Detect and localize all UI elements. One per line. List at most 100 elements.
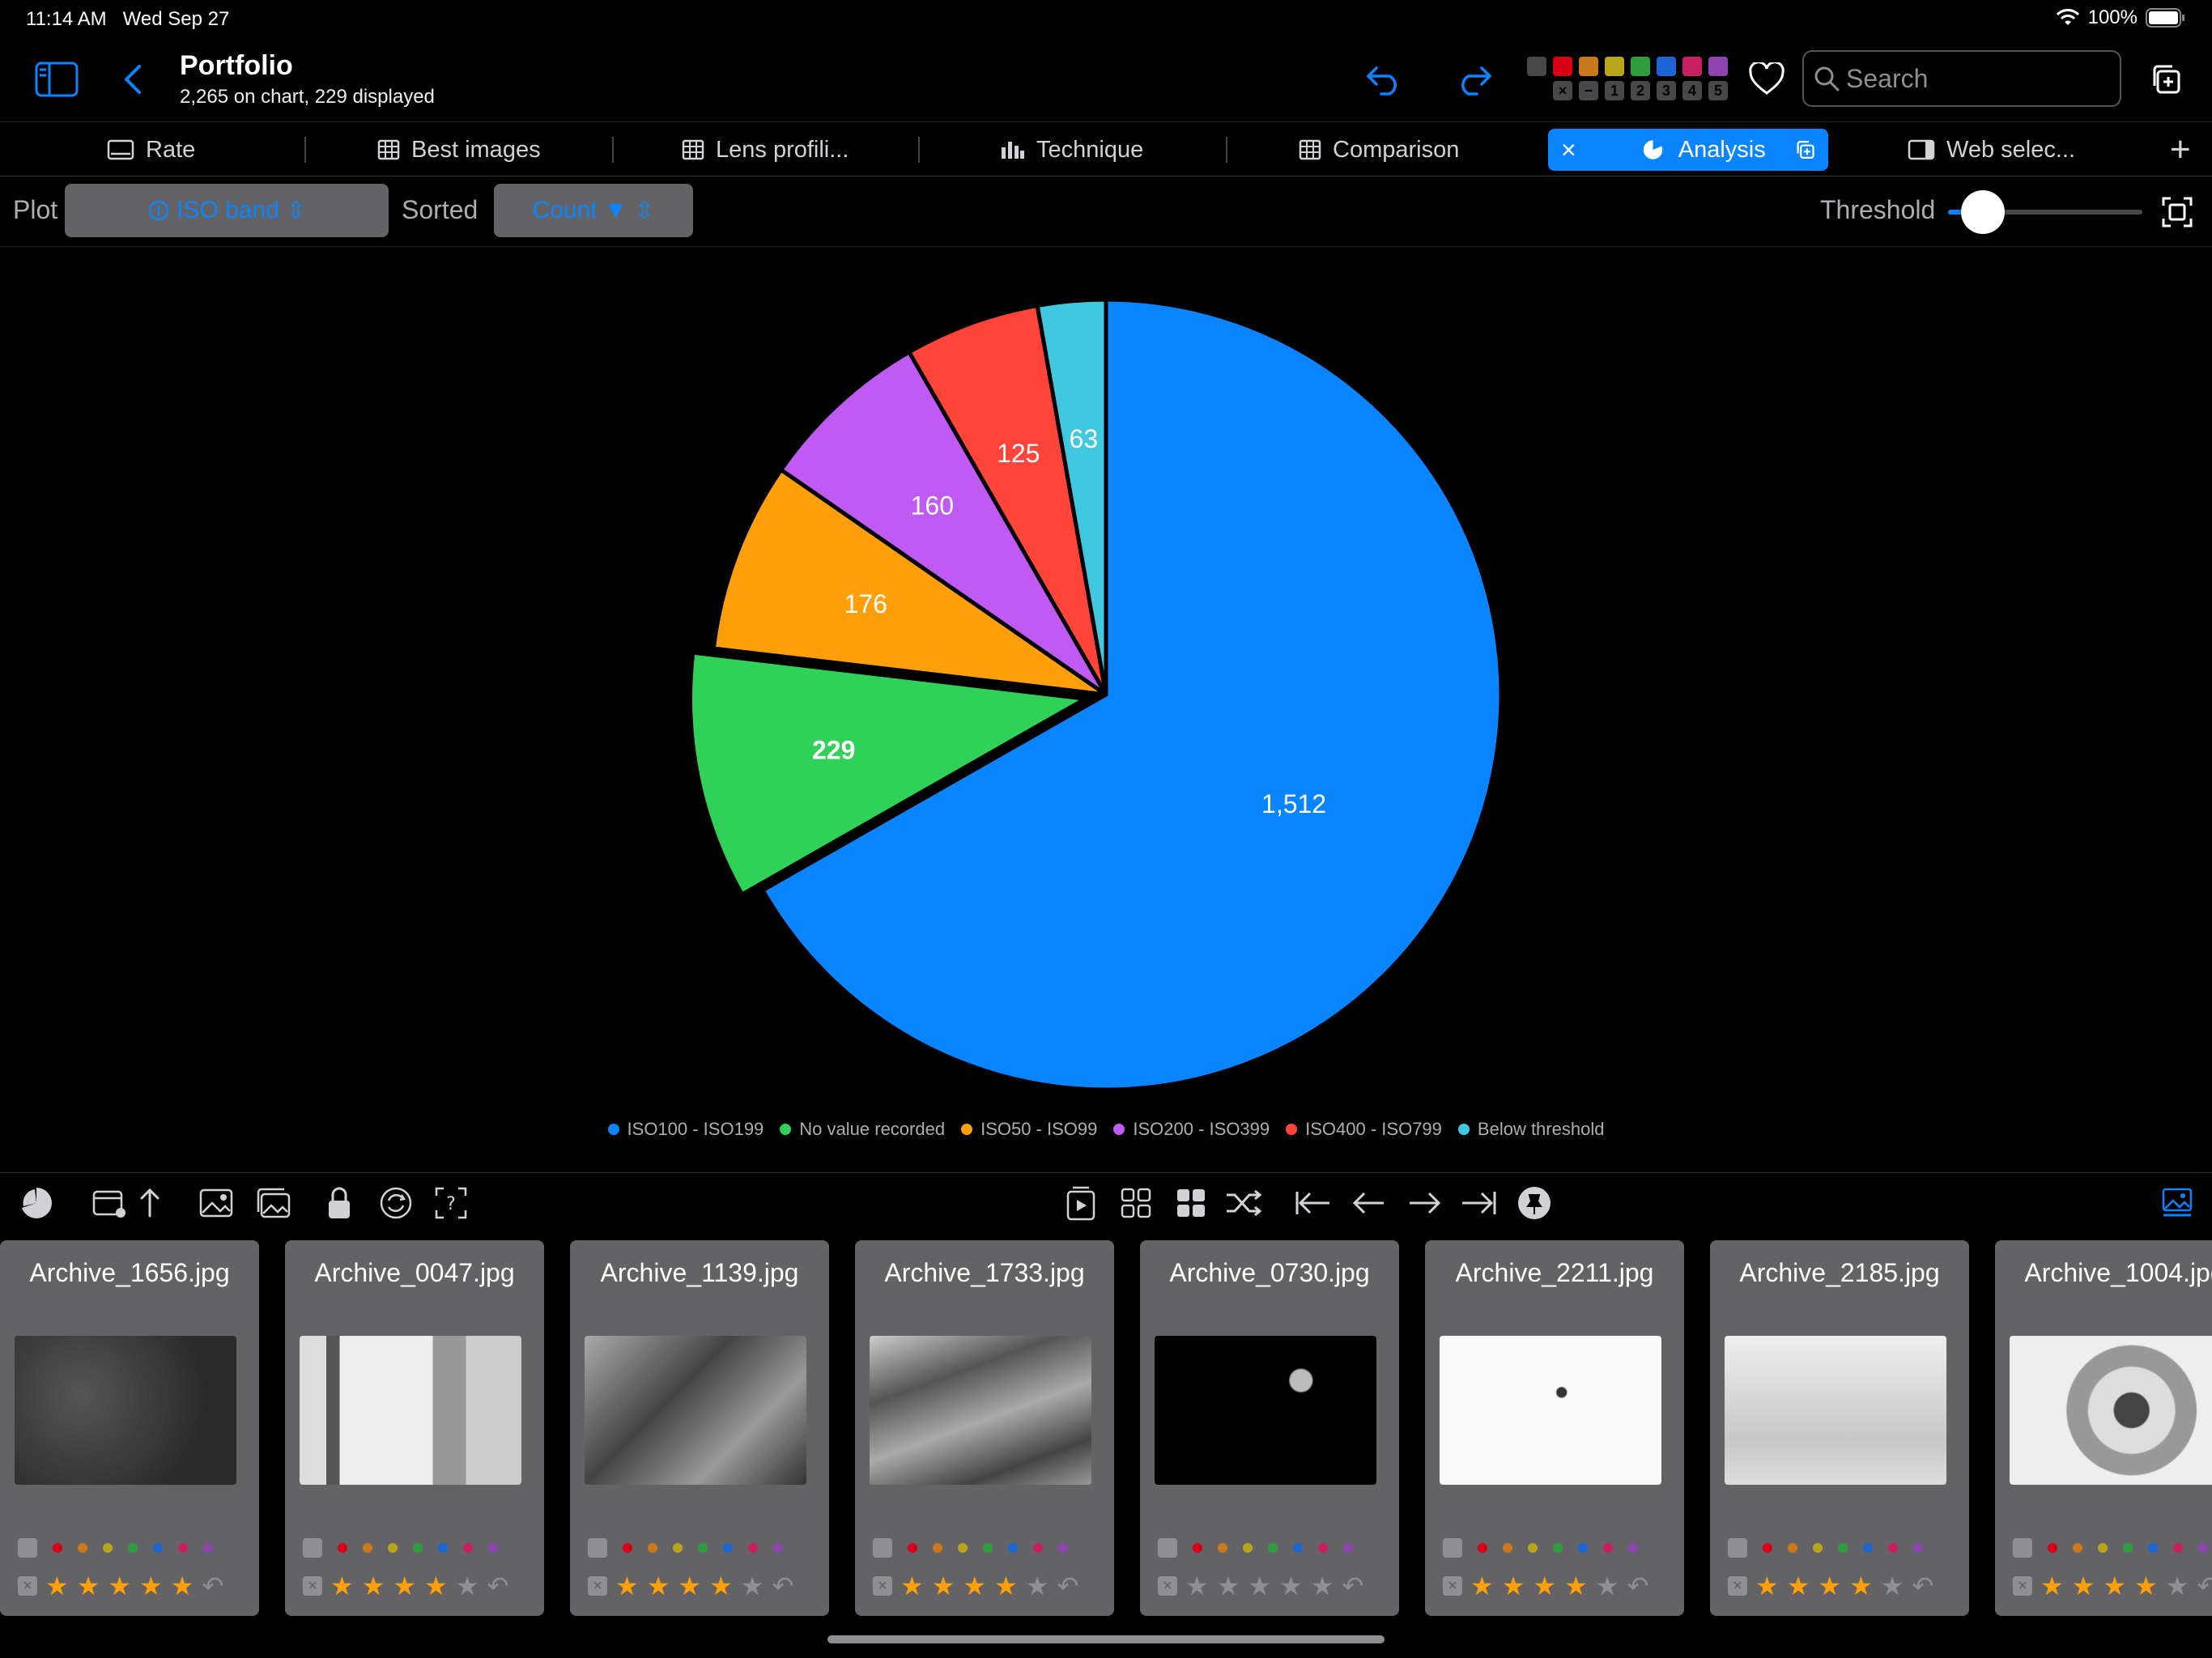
revert-icon[interactable]: ↶ [1912,1571,1933,1601]
star-icon[interactable]: ★ [1248,1571,1271,1601]
color-label-swatch[interactable] [1527,57,1546,76]
tab-technique[interactable]: Technique [999,122,1143,177]
pin-icon[interactable] [1514,1183,1555,1223]
sidebar-toggle-icon[interactable] [32,58,81,100]
star-icon[interactable]: ★ [2040,1571,2064,1601]
thumbnail[interactable] [1440,1336,1661,1485]
color-label-dot[interactable] [1913,1543,1923,1553]
color-label-dot[interactable] [178,1543,188,1553]
star-icon[interactable]: ★ [362,1571,385,1601]
color-label-dot[interactable] [388,1543,398,1553]
color-label-dot[interactable] [438,1543,448,1553]
rating-filter-chip[interactable]: 3 [1657,81,1676,100]
star-icon[interactable]: ★ [1881,1571,1904,1601]
color-label-dot[interactable] [723,1543,733,1553]
no-label-square[interactable] [1728,1538,1747,1558]
grid-filled-icon[interactable] [1171,1183,1211,1223]
color-label-dot[interactable] [908,1543,917,1553]
no-label-square[interactable] [1443,1538,1462,1558]
filmstrip-card[interactable]: Archive_1656.jpg × ★ ★ ★ ★ ★ ↶ [0,1240,259,1616]
star-icon[interactable]: ★ [741,1571,764,1601]
heart-icon[interactable] [1746,58,1788,100]
reject-icon[interactable]: × [18,1576,37,1596]
add-tab-button[interactable]: + [2170,122,2191,177]
star-icon[interactable]: ★ [678,1571,701,1601]
star-icon[interactable]: ★ [2134,1571,2158,1601]
revert-icon[interactable]: ↶ [2197,1571,2212,1601]
star-icon[interactable]: ★ [615,1571,639,1601]
rating-filter-chip[interactable]: 4 [1682,81,1702,100]
color-label-dot[interactable] [1218,1543,1227,1553]
color-label-swatch[interactable] [1579,57,1598,76]
new-window-icon[interactable] [2146,58,2186,100]
color-label-dot[interactable] [1888,1543,1898,1553]
star-icon[interactable]: ★ [1818,1571,1841,1601]
star-rating[interactable]: × ★ ★ ★ ★ ★ ↶ [2013,1571,2212,1601]
no-label-square[interactable] [2013,1538,2032,1558]
thumbnail[interactable] [2010,1336,2212,1485]
color-label-dot[interactable] [1553,1543,1563,1553]
sort-order-select[interactable]: Count ▼ ⇳ [494,184,693,237]
star-rating[interactable]: × ★ ★ ★ ★ ★ ↶ [303,1571,508,1601]
lock-icon[interactable] [319,1183,359,1223]
color-label-dot[interactable] [1863,1543,1873,1553]
color-label-dot[interactable] [1838,1543,1848,1553]
color-label-dot[interactable] [983,1543,993,1553]
filmstrip-card[interactable]: Archive_2211.jpg × ★ ★ ★ ★ ★ ↶ [1425,1240,1684,1616]
color-label-dot[interactable] [748,1543,758,1553]
star-icon[interactable]: ★ [1470,1571,1494,1601]
rating-filter-chip[interactable]: 1 [1605,81,1624,100]
sync-icon[interactable] [376,1183,416,1223]
tab-comparison[interactable]: Comparison [1299,122,1459,177]
star-icon[interactable]: ★ [1502,1571,1525,1601]
photo-stack-icon[interactable] [253,1183,293,1223]
star-icon[interactable]: ★ [1596,1571,1619,1601]
color-label-dot[interactable] [1243,1543,1253,1553]
undo-icon[interactable] [1360,58,1409,100]
rating-filter-chip[interactable]: × [1553,81,1572,100]
fullscreen-icon[interactable] [2157,192,2197,232]
color-label-dot[interactable] [53,1543,62,1553]
star-icon[interactable]: ★ [45,1571,69,1601]
label-filter-grid[interactable]: × −1 2 3 4 5 [1527,57,1731,102]
tab-rate[interactable]: Rate [107,122,195,177]
tab-lens-profiling[interactable]: Lens profili... [682,122,849,177]
star-icon[interactable]: ★ [1849,1571,1873,1601]
color-label-dot[interactable] [1058,1543,1068,1553]
color-label-dot[interactable] [1293,1543,1303,1553]
filmstrip-card[interactable]: Archive_1733.jpg × ★ ★ ★ ★ ★ ↶ [855,1240,1114,1616]
color-label-dot[interactable] [1033,1543,1043,1553]
reject-icon[interactable]: × [1158,1576,1177,1596]
color-label-dot[interactable] [1578,1543,1588,1553]
reject-icon[interactable]: × [2013,1576,2032,1596]
first-icon[interactable] [1292,1183,1333,1223]
star-rating[interactable]: × ★ ★ ★ ★ ★ ↶ [1158,1571,1363,1601]
color-label-dot[interactable] [2173,1543,2183,1553]
color-label-dot[interactable] [2123,1543,2133,1553]
color-label-dot[interactable] [648,1543,657,1553]
color-label-row[interactable] [1443,1538,1638,1558]
filmstrip-card[interactable]: Archive_0047.jpg × ★ ★ ★ ★ ★ ↶ [285,1240,544,1616]
no-label-square[interactable] [873,1538,892,1558]
star-icon[interactable]: ★ [932,1571,955,1601]
pie-icon[interactable] [16,1183,57,1223]
reject-icon[interactable]: × [873,1576,892,1596]
color-label-dot[interactable] [1478,1543,1487,1553]
color-label-row[interactable] [1728,1538,1923,1558]
star-icon[interactable]: ★ [171,1571,194,1601]
color-label-dot[interactable] [1343,1543,1353,1553]
star-icon[interactable]: ★ [1279,1571,1303,1601]
thumbnail[interactable] [1155,1336,1376,1485]
rating-filter-chip[interactable]: 5 [1708,81,1728,100]
star-icon[interactable]: ★ [900,1571,924,1601]
star-rating[interactable]: × ★ ★ ★ ★ ★ ↶ [18,1571,223,1601]
color-label-dot[interactable] [338,1543,347,1553]
tab-best-images[interactable]: Best images [377,122,541,177]
thumbnail[interactable] [15,1336,236,1485]
color-label-row[interactable] [1527,57,1731,76]
arrow-up-icon[interactable] [130,1183,170,1223]
color-label-dot[interactable] [153,1543,163,1553]
color-label-dot[interactable] [1628,1543,1638,1553]
no-label-square[interactable] [18,1538,37,1558]
color-label-dot[interactable] [1763,1543,1772,1553]
